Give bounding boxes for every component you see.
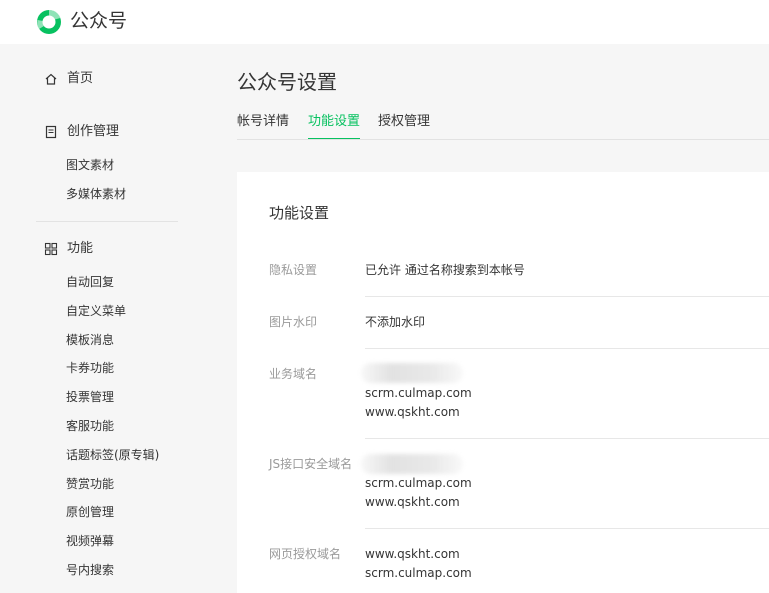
- sidebar-item-custom-menu[interactable]: 自定义菜单: [66, 302, 126, 320]
- sidebar-item-video-danmaku[interactable]: 视频弹幕: [66, 532, 114, 550]
- settings-card: 功能设置 隐私设置 已允许 通过名称搜索到本帐号 图片水印 不添加水印 业务域名…: [237, 172, 769, 593]
- document-icon: [45, 125, 57, 139]
- sidebar-group-creation[interactable]: 创作管理: [44, 123, 119, 141]
- privacy-value: 已允许 通过名称搜索到本帐号: [365, 263, 525, 277]
- watermark-label: 图片水印: [269, 315, 318, 329]
- redacted-domain: [361, 363, 463, 383]
- sidebar-item-home[interactable]: 首页: [44, 70, 93, 88]
- sidebar-item-reward[interactable]: 赞赏功能: [66, 475, 114, 493]
- page-title: 公众号设置: [237, 70, 337, 94]
- web-auth-domain-value: www.qskht.com: [365, 547, 460, 561]
- js-domain-value: www.qskht.com: [365, 495, 460, 509]
- sidebar-item-template-message[interactable]: 模板消息: [66, 331, 114, 349]
- web-auth-domain-value: scrm.culmap.com: [365, 566, 472, 580]
- brand-name[interactable]: 公众号: [70, 8, 127, 34]
- wechat-logo-icon[interactable]: [36, 9, 62, 35]
- business-domain-value: scrm.culmap.com: [365, 386, 472, 400]
- sidebar-divider: [36, 221, 178, 222]
- sidebar: 首页 创作管理 图文素材 多媒体素材 功能 自动回复 自定义菜单 模板消息 卡券…: [0, 44, 200, 593]
- tabs-underline: [237, 139, 769, 140]
- sidebar-item-auto-reply[interactable]: 自动回复: [66, 273, 114, 291]
- redacted-domain: [361, 454, 463, 474]
- business-domain-value: www.qskht.com: [365, 405, 460, 419]
- sidebar-group-label: 创作管理: [67, 124, 120, 139]
- row-divider: [365, 438, 769, 439]
- js-domain-label: JS接口安全域名: [269, 457, 353, 471]
- tab-function-settings[interactable]: 功能设置: [308, 112, 361, 140]
- sidebar-item-media[interactable]: 多媒体素材: [66, 185, 126, 203]
- sidebar-item-coupons[interactable]: 卡券功能: [66, 359, 114, 377]
- home-icon: [45, 73, 57, 85]
- sidebar-group-features[interactable]: 功能: [44, 240, 93, 258]
- sidebar-item-original[interactable]: 原创管理: [66, 503, 114, 521]
- sidebar-item-search[interactable]: 号内搜索: [66, 561, 114, 579]
- sidebar-item-label: 首页: [67, 71, 94, 86]
- sidebar-item-customer-service[interactable]: 客服功能: [66, 417, 114, 435]
- sidebar-item-votes[interactable]: 投票管理: [66, 388, 114, 406]
- sidebar-group-label: 功能: [67, 241, 94, 256]
- row-divider: [365, 348, 769, 349]
- row-divider: [365, 296, 769, 297]
- watermark-value: 不添加水印: [365, 315, 426, 329]
- row-divider: [365, 528, 769, 529]
- top-bar: 公众号: [0, 0, 769, 44]
- business-domain-label: 业务域名: [269, 367, 318, 381]
- main-content: 公众号设置 帐号详情 功能设置 授权管理 功能设置 隐私设置 已允许 通过名称搜…: [200, 44, 769, 593]
- section-title: 功能设置: [269, 204, 330, 222]
- sidebar-item-topic-tags[interactable]: 话题标签(原专辑): [66, 446, 159, 464]
- grid-icon: [44, 242, 58, 256]
- privacy-label: 隐私设置: [269, 263, 318, 277]
- sidebar-item-articles[interactable]: 图文素材: [66, 156, 114, 174]
- web-auth-domain-label: 网页授权域名: [269, 547, 342, 561]
- tab-account-details[interactable]: 帐号详情: [237, 112, 289, 138]
- tab-authorization[interactable]: 授权管理: [378, 112, 430, 138]
- js-domain-value: scrm.culmap.com: [365, 476, 472, 490]
